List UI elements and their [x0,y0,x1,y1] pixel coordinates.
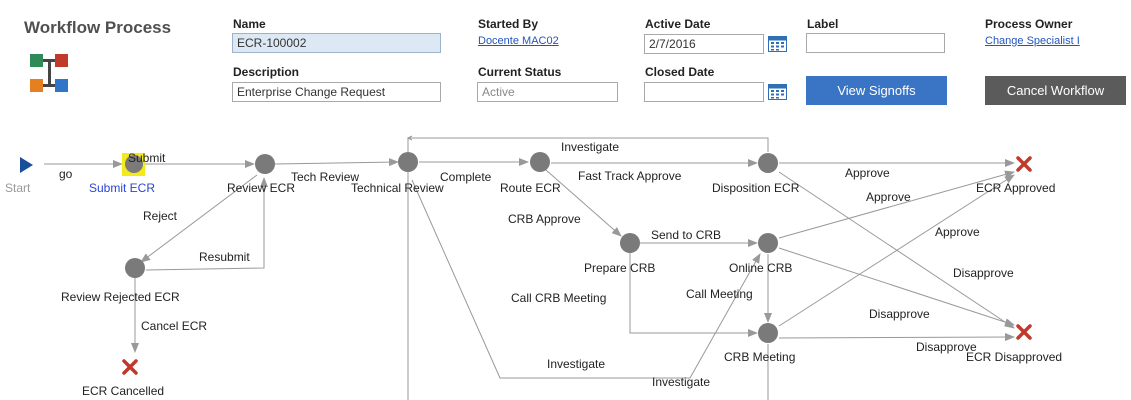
node-label-prepare-crb: Prepare CRB [584,261,655,275]
edge-label-disapprove: Disapprove [953,266,1014,280]
edge-label-complete: Complete [440,170,492,184]
edge-label-resubmit: Resubmit [199,250,250,264]
edge-label-call-meeting: Call Meeting [686,287,753,301]
node-label-disposition-ecr: Disposition ECR [712,181,800,195]
node-label-ecr-cancelled: ECR Cancelled [82,384,164,398]
edge-label-reject: Reject [143,209,178,223]
node-label-crb-meeting: CRB Meeting [724,350,795,364]
workflow-diagram: Start Submit ECR Review ECR Technical Re… [5,135,1062,400]
node-disposition-ecr[interactable] [758,153,778,173]
node-label-submit-ecr[interactable]: Submit ECR [89,181,155,195]
node-crb-meeting[interactable] [758,323,778,343]
edge-label-tech-review: Tech Review [291,170,359,184]
edge-label-disapprove: Disapprove [916,340,977,354]
edge-label-approve: Approve [845,166,890,180]
edge-label-call-crb-meeting: Call CRB Meeting [511,291,606,305]
node-technical-review[interactable] [398,152,418,172]
edge-label-fast-track-approve: Fast Track Approve [578,169,682,183]
node-label-start: Start [5,181,31,195]
edge-label-cancel-ecr: Cancel ECR [141,319,207,333]
edge-label-investigate: Investigate [547,357,605,371]
node-label-review-ecr: Review ECR [227,181,295,195]
node-online-crb[interactable] [758,233,778,253]
terminal-x-icon[interactable] [1016,156,1032,172]
node-review-ecr[interactable] [255,154,275,174]
edge-label-crb-approve: CRB Approve [508,212,581,226]
edge-label-go: go [59,167,73,181]
edge-label-approve: Approve [935,225,980,239]
edge-label-investigate: Investigate [652,375,710,389]
node-prepare-crb[interactable] [620,233,640,253]
node-label-technical-review: Technical Review [351,181,444,195]
edge-label-disapprove: Disapprove [869,307,930,321]
node-label-online-crb: Online CRB [729,261,792,275]
edge-label-approve: Approve [866,190,911,204]
node-label-review-rejected-ecr: Review Rejected ECR [61,290,180,304]
node-route-ecr[interactable] [530,152,550,172]
terminal-x-icon[interactable] [1016,324,1032,340]
node-label-ecr-approved: ECR Approved [976,181,1055,195]
edge-label-investigate: Investigate [561,140,619,154]
edge-label-submit: Submit [128,151,166,165]
node-review-rejected-ecr[interactable] [125,258,145,278]
terminal-x-icon[interactable] [122,359,138,375]
node-label-ecr-disapproved: ECR Disapproved [966,350,1062,364]
node-label-route-ecr: Route ECR [500,181,561,195]
edge-label-send-to-crb: Send to CRB [651,228,721,242]
start-arrow-icon[interactable] [20,157,33,173]
